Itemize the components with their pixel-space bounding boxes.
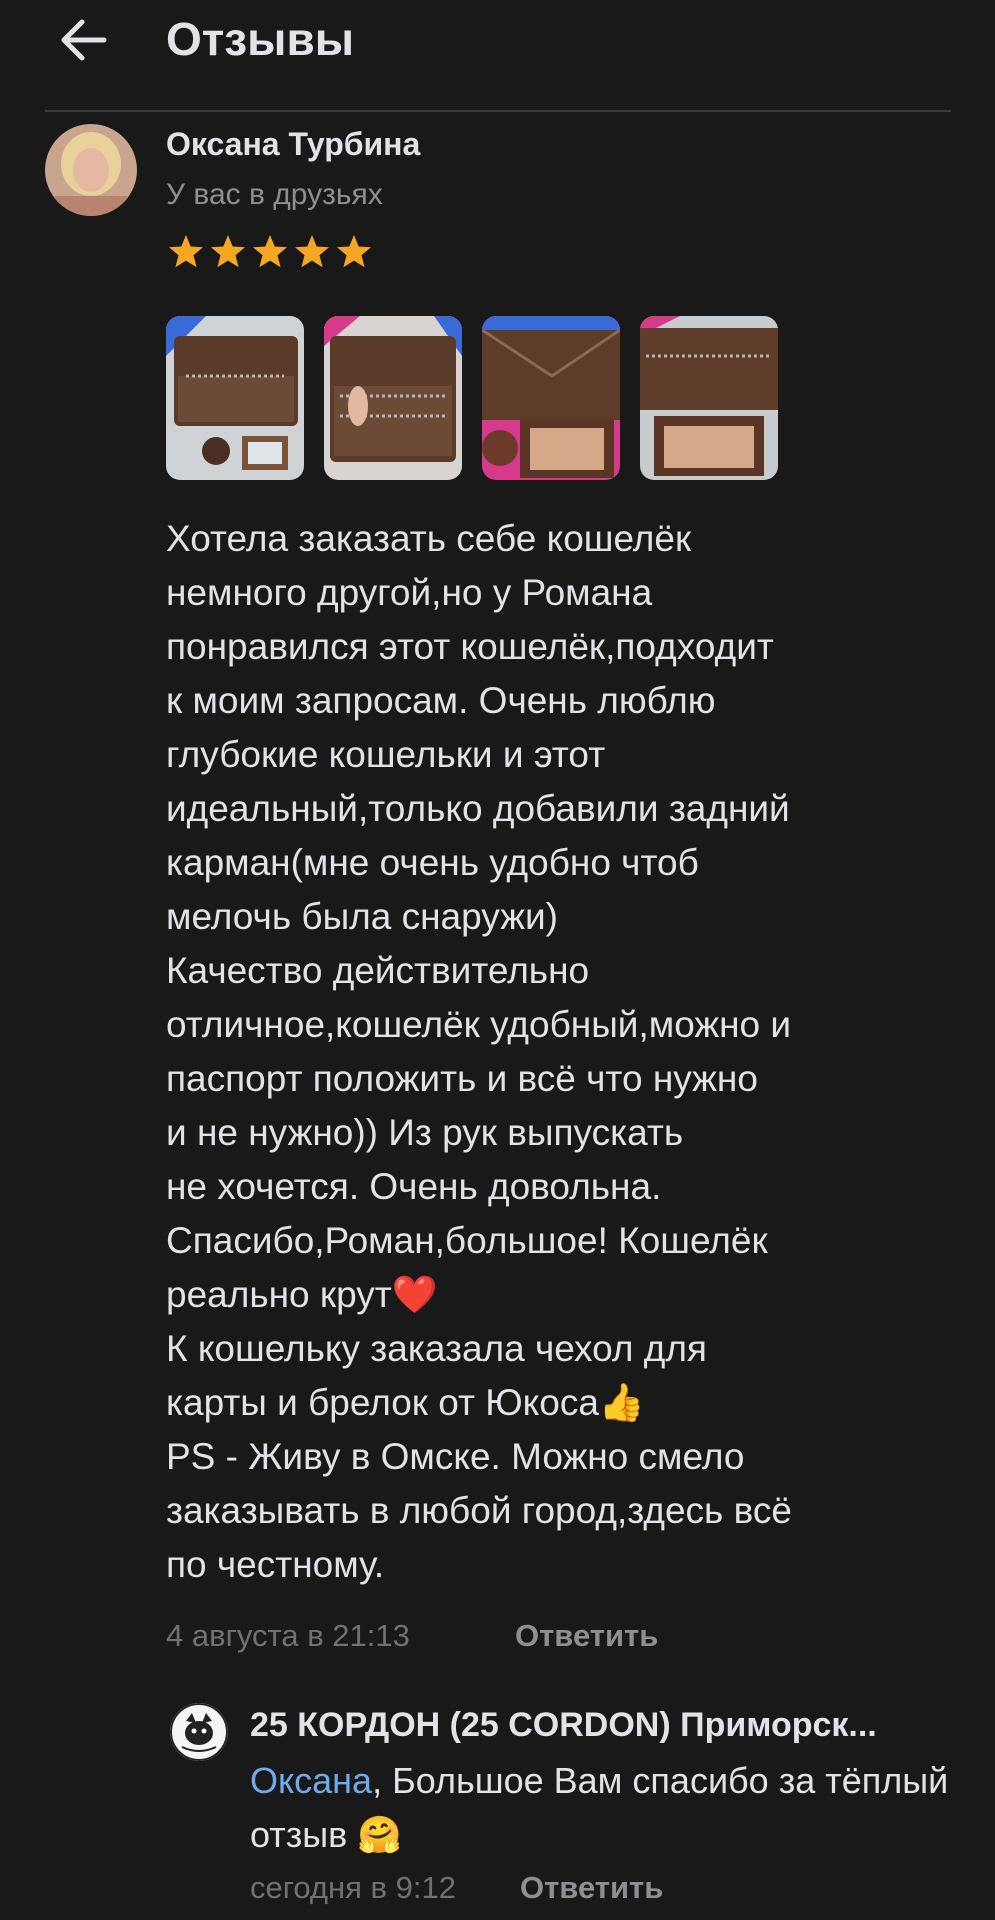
header-divider — [45, 110, 951, 112]
author-name[interactable]: Оксана Турбина — [166, 126, 420, 163]
review-text-line: Хотела заказать себе кошелёк — [166, 518, 692, 559]
review-text-line: идеальный,только добавили задний — [166, 788, 790, 829]
review-text-line: К кошельку заказала чехол для — [166, 1328, 707, 1369]
review-photo[interactable] — [324, 316, 462, 480]
review-photo[interactable] — [640, 316, 778, 480]
star-icon — [295, 235, 329, 268]
mention-link[interactable]: Оксана — [250, 1760, 372, 1801]
shop-avatar[interactable] — [170, 1703, 228, 1761]
review-text-line: по честному. — [166, 1544, 385, 1585]
review-text-line: Спасибо,Роман,большое! Кошелёк — [166, 1220, 768, 1261]
review-text-line: понравился этот кошелёк,подходит — [166, 626, 774, 667]
shop-reply-text: Оксана, Большое Вам спасибо за тёплый от… — [250, 1754, 950, 1862]
review-text: Хотела заказать себе кошелёк немного друг… — [166, 512, 926, 1592]
star-icon — [169, 235, 203, 268]
review-text-line: паспорт положить и всё что нужно — [166, 1058, 758, 1099]
review-text-line: не хочется. Очень довольна. — [166, 1166, 662, 1207]
star-icon — [337, 235, 371, 268]
shop-reply-date: сегодня в 9:12 — [250, 1870, 456, 1905]
page-title: Отзывы — [166, 13, 355, 65]
author-avatar[interactable] — [45, 124, 137, 216]
review-text-line: глубокие кошельки и этот — [166, 734, 606, 775]
review-text-line: и не нужно)) Из рук выпускать — [166, 1112, 684, 1153]
friend-status: У вас в друзьях — [166, 178, 383, 211]
review-photos — [166, 316, 778, 480]
header: Отзывы — [0, 0, 995, 110]
star-icon — [253, 235, 287, 268]
reply-button[interactable]: Ответить — [515, 1618, 658, 1654]
shop-reply-button[interactable]: Ответить — [520, 1870, 663, 1906]
review-text-line: Качество действительно — [166, 950, 590, 991]
review-text-line: мелочь была снаружи) — [166, 896, 558, 937]
arrow-left-icon — [61, 19, 107, 61]
review-text-line: отличное,кошелёк удобный,можно и — [166, 1004, 792, 1045]
rating-stars — [166, 232, 374, 272]
review-text-line: к моим запросам. Очень люблю — [166, 680, 716, 721]
review-text-line: карман(мне очень удобно чтоб — [166, 842, 699, 883]
review-photo[interactable] — [166, 316, 304, 480]
review-text-line: немного другой,но у Романа — [166, 572, 653, 613]
back-button[interactable] — [52, 8, 116, 72]
star-icon — [211, 235, 245, 268]
review-text-line: реально крут❤️ — [166, 1274, 438, 1315]
shop-name[interactable]: 25 КОРДОН (25 CORDON) Приморск... — [250, 1706, 950, 1745]
review-date: 4 августа в 21:13 — [166, 1618, 410, 1653]
review-photo[interactable] — [482, 316, 620, 480]
review-text-line: заказывать в любой город,здесь всё — [166, 1490, 792, 1531]
review-text-line: карты и брелок от Юкоса👍 — [166, 1382, 645, 1423]
review-text-line: PS - Живу в Омске. Можно смело — [166, 1436, 745, 1477]
